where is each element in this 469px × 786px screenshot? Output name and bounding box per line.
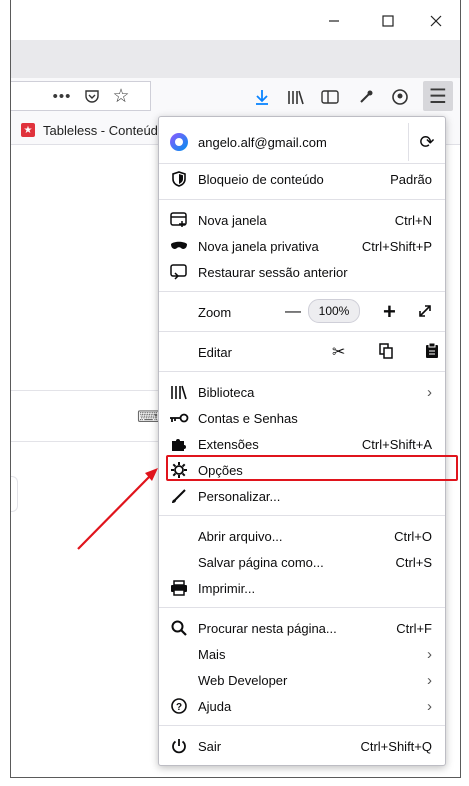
annotation-arrow [77, 468, 158, 550]
